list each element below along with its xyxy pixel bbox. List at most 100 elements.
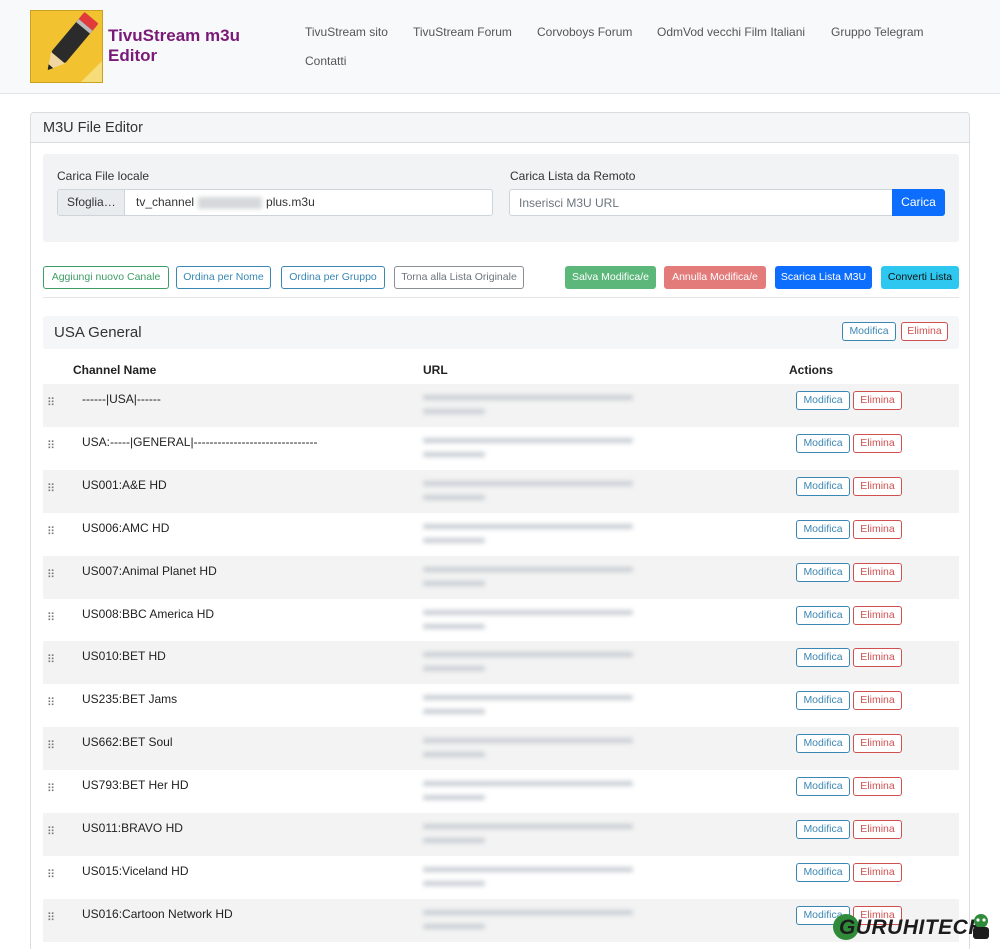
column-header-url[interactable]: URL: [423, 363, 448, 377]
channel-name: US015:Viceland HD: [82, 863, 189, 878]
channel-url-redacted: [423, 563, 638, 593]
channel-row[interactable]: ⠿ US793:BET Her HD Modifica Elimina: [43, 770, 959, 813]
drag-handle-icon[interactable]: ⠿: [47, 825, 55, 838]
channel-row[interactable]: ⠿ US235:BET Jams Modifica Elimina: [43, 684, 959, 727]
m3u-url-input[interactable]: [509, 189, 893, 216]
edit-channel-button[interactable]: Modifica: [796, 691, 850, 711]
drag-handle-icon[interactable]: ⠿: [47, 696, 55, 709]
edit-channel-button[interactable]: Modifica: [796, 734, 850, 754]
edit-channel-button[interactable]: Modifica: [796, 391, 850, 410]
drag-handle-icon[interactable]: ⠿: [47, 739, 55, 752]
drag-handle-icon[interactable]: ⠿: [47, 782, 55, 795]
drag-handle-icon[interactable]: ⠿: [47, 396, 55, 409]
edit-channel-button[interactable]: Modifica: [796, 777, 850, 797]
save-changes-button[interactable]: Salva Modifica/e: [565, 266, 656, 289]
channel-row[interactable]: ⠿ US008:BBC America HD Modifica Elimina: [43, 599, 959, 642]
delete-channel-button[interactable]: Elimina: [853, 519, 902, 539]
cancel-changes-button[interactable]: Annulla Modifica/e: [664, 266, 766, 289]
delete-channel-button[interactable]: Elimina: [853, 391, 902, 410]
file-name-redacted: [198, 196, 263, 209]
group-edit-button[interactable]: Modifica: [842, 322, 896, 341]
delete-channel-button[interactable]: Elimina: [853, 605, 902, 625]
column-header-actions[interactable]: Actions: [789, 363, 833, 377]
file-name: tv_channel plus.m3u: [136, 190, 315, 215]
channel-name: US793:BET Her HD: [82, 778, 189, 793]
drag-handle-icon[interactable]: ⠿: [47, 482, 55, 495]
delete-channel-button[interactable]: Elimina: [853, 691, 902, 711]
delete-channel-button[interactable]: Elimina: [853, 734, 902, 754]
channel-name: US001:A&E HD: [82, 477, 167, 492]
drag-handle-icon[interactable]: ⠿: [47, 525, 55, 538]
delete-channel-button[interactable]: Elimina: [853, 433, 902, 453]
delete-channel-button[interactable]: Elimina: [853, 476, 902, 496]
sort-by-group-button[interactable]: Ordina per Gruppo: [281, 266, 385, 289]
channel-row[interactable]: ⠿ USA:-----|GENERAL|---------------------…: [43, 427, 959, 470]
drag-handle-icon[interactable]: ⠿: [47, 439, 55, 452]
drag-handle-icon[interactable]: ⠿: [47, 653, 55, 666]
edit-channel-button[interactable]: Modifica: [796, 862, 850, 882]
channel-name: US016:Cartoon Network HD: [82, 906, 233, 921]
delete-channel-button[interactable]: Elimina: [853, 777, 902, 797]
delete-channel-button[interactable]: Elimina: [853, 820, 902, 839]
convert-list-button[interactable]: Converti Lista: [881, 266, 959, 289]
nav-link-corvoboys-forum[interactable]: Corvoboys Forum: [537, 25, 632, 39]
column-header-channel-name[interactable]: Channel Name: [73, 363, 156, 377]
channel-row[interactable]: ⠿ US007:Animal Planet HD Modifica Elimina: [43, 555, 959, 599]
channel-row[interactable]: ⠿ ------|USA|------ Modifica Elimina: [43, 384, 959, 427]
edit-channel-button[interactable]: Modifica: [796, 476, 850, 496]
channel-url-redacted: [423, 777, 638, 807]
browse-button[interactable]: Sfoglia…: [58, 190, 125, 215]
nav-link-tivustream-sito[interactable]: TivuStream sito: [305, 25, 388, 39]
group-header: USA General Modifica Elimina: [43, 316, 959, 349]
edit-channel-button[interactable]: Modifica: [796, 605, 850, 625]
channel-url-redacted: [423, 906, 638, 936]
channel-row[interactable]: ⠿ US011:BRAVO HD Modifica Elimina: [43, 813, 959, 856]
drag-handle-icon[interactable]: ⠿: [47, 611, 55, 624]
nav-link-odmvod[interactable]: OdmVod vecchi Film Italiani: [657, 25, 805, 39]
delete-channel-button[interactable]: Elimina: [853, 562, 902, 582]
drag-handle-icon[interactable]: ⠿: [47, 911, 55, 924]
navbar: TivuStream m3u Editor TivuStream sito Ti…: [0, 0, 1000, 94]
nav-link-tivustream-forum[interactable]: TivuStream Forum: [413, 25, 512, 39]
channel-url-redacted: [423, 691, 638, 721]
drag-handle-icon[interactable]: ⠿: [47, 868, 55, 881]
local-file-input[interactable]: Sfoglia… tv_channel plus.m3u: [57, 189, 493, 216]
channel-name: US006:AMC HD: [82, 520, 170, 535]
edit-channel-button[interactable]: Modifica: [796, 519, 850, 539]
channel-row[interactable]: ⠿ US010:BET HD Modifica Elimina: [43, 641, 959, 685]
carica-button[interactable]: Carica: [892, 189, 945, 216]
robot-icon: [973, 914, 989, 939]
channel-row[interactable]: ⠿ US015:Viceland HD Modifica Elimina: [43, 856, 959, 899]
load-panel: Carica File locale Sfoglia… tv_channel pl…: [43, 154, 959, 242]
edit-channel-button[interactable]: Modifica: [796, 648, 850, 668]
group-name: USA General: [54, 324, 142, 341]
revert-list-button[interactable]: Torna alla Lista Originale: [394, 266, 524, 289]
edit-channel-button[interactable]: Modifica: [796, 562, 850, 582]
group-delete-button[interactable]: Elimina: [901, 322, 948, 341]
toolbar-divider: [43, 297, 959, 298]
edit-channel-button[interactable]: Modifica: [796, 433, 850, 453]
delete-channel-button[interactable]: Elimina: [853, 862, 902, 882]
nav-link-contatti[interactable]: Contatti: [305, 54, 346, 68]
delete-channel-button[interactable]: Elimina: [853, 648, 902, 668]
channel-row[interactable]: ⠿ US001:A&E HD Modifica Elimina: [43, 469, 959, 513]
channel-row[interactable]: ⠿ModificaElimina: [43, 942, 959, 949]
card-title: M3U File Editor: [43, 120, 143, 136]
edit-channel-button[interactable]: Modifica: [796, 820, 850, 839]
channel-url-redacted: [423, 863, 638, 893]
channel-url-redacted: [423, 434, 638, 464]
channel-row[interactable]: ⠿ US662:BET Soul Modifica Elimina: [43, 727, 959, 771]
nav-link-gruppo-telegram[interactable]: Gruppo Telegram: [831, 25, 924, 39]
add-channel-button[interactable]: Aggiungi nuovo Canale: [43, 266, 169, 289]
sort-by-name-button[interactable]: Ordina per Nome: [176, 266, 271, 289]
watermark-text: GURUHITECH: [839, 916, 984, 939]
download-m3u-button[interactable]: Scarica Lista M3U: [775, 266, 872, 289]
channel-url-redacted: [423, 520, 638, 550]
pencil-logo-icon[interactable]: [30, 10, 103, 83]
channel-name: US011:BRAVO HD: [82, 821, 183, 835]
channel-url-redacted: [423, 820, 638, 850]
channel-row[interactable]: ⠿ US016:Cartoon Network HD Modifica Elimina: [43, 898, 959, 942]
drag-handle-icon[interactable]: ⠿: [47, 568, 55, 581]
brand-title[interactable]: TivuStream m3u Editor: [108, 26, 278, 66]
channel-row[interactable]: ⠿ US006:AMC HD Modifica Elimina: [43, 513, 959, 556]
